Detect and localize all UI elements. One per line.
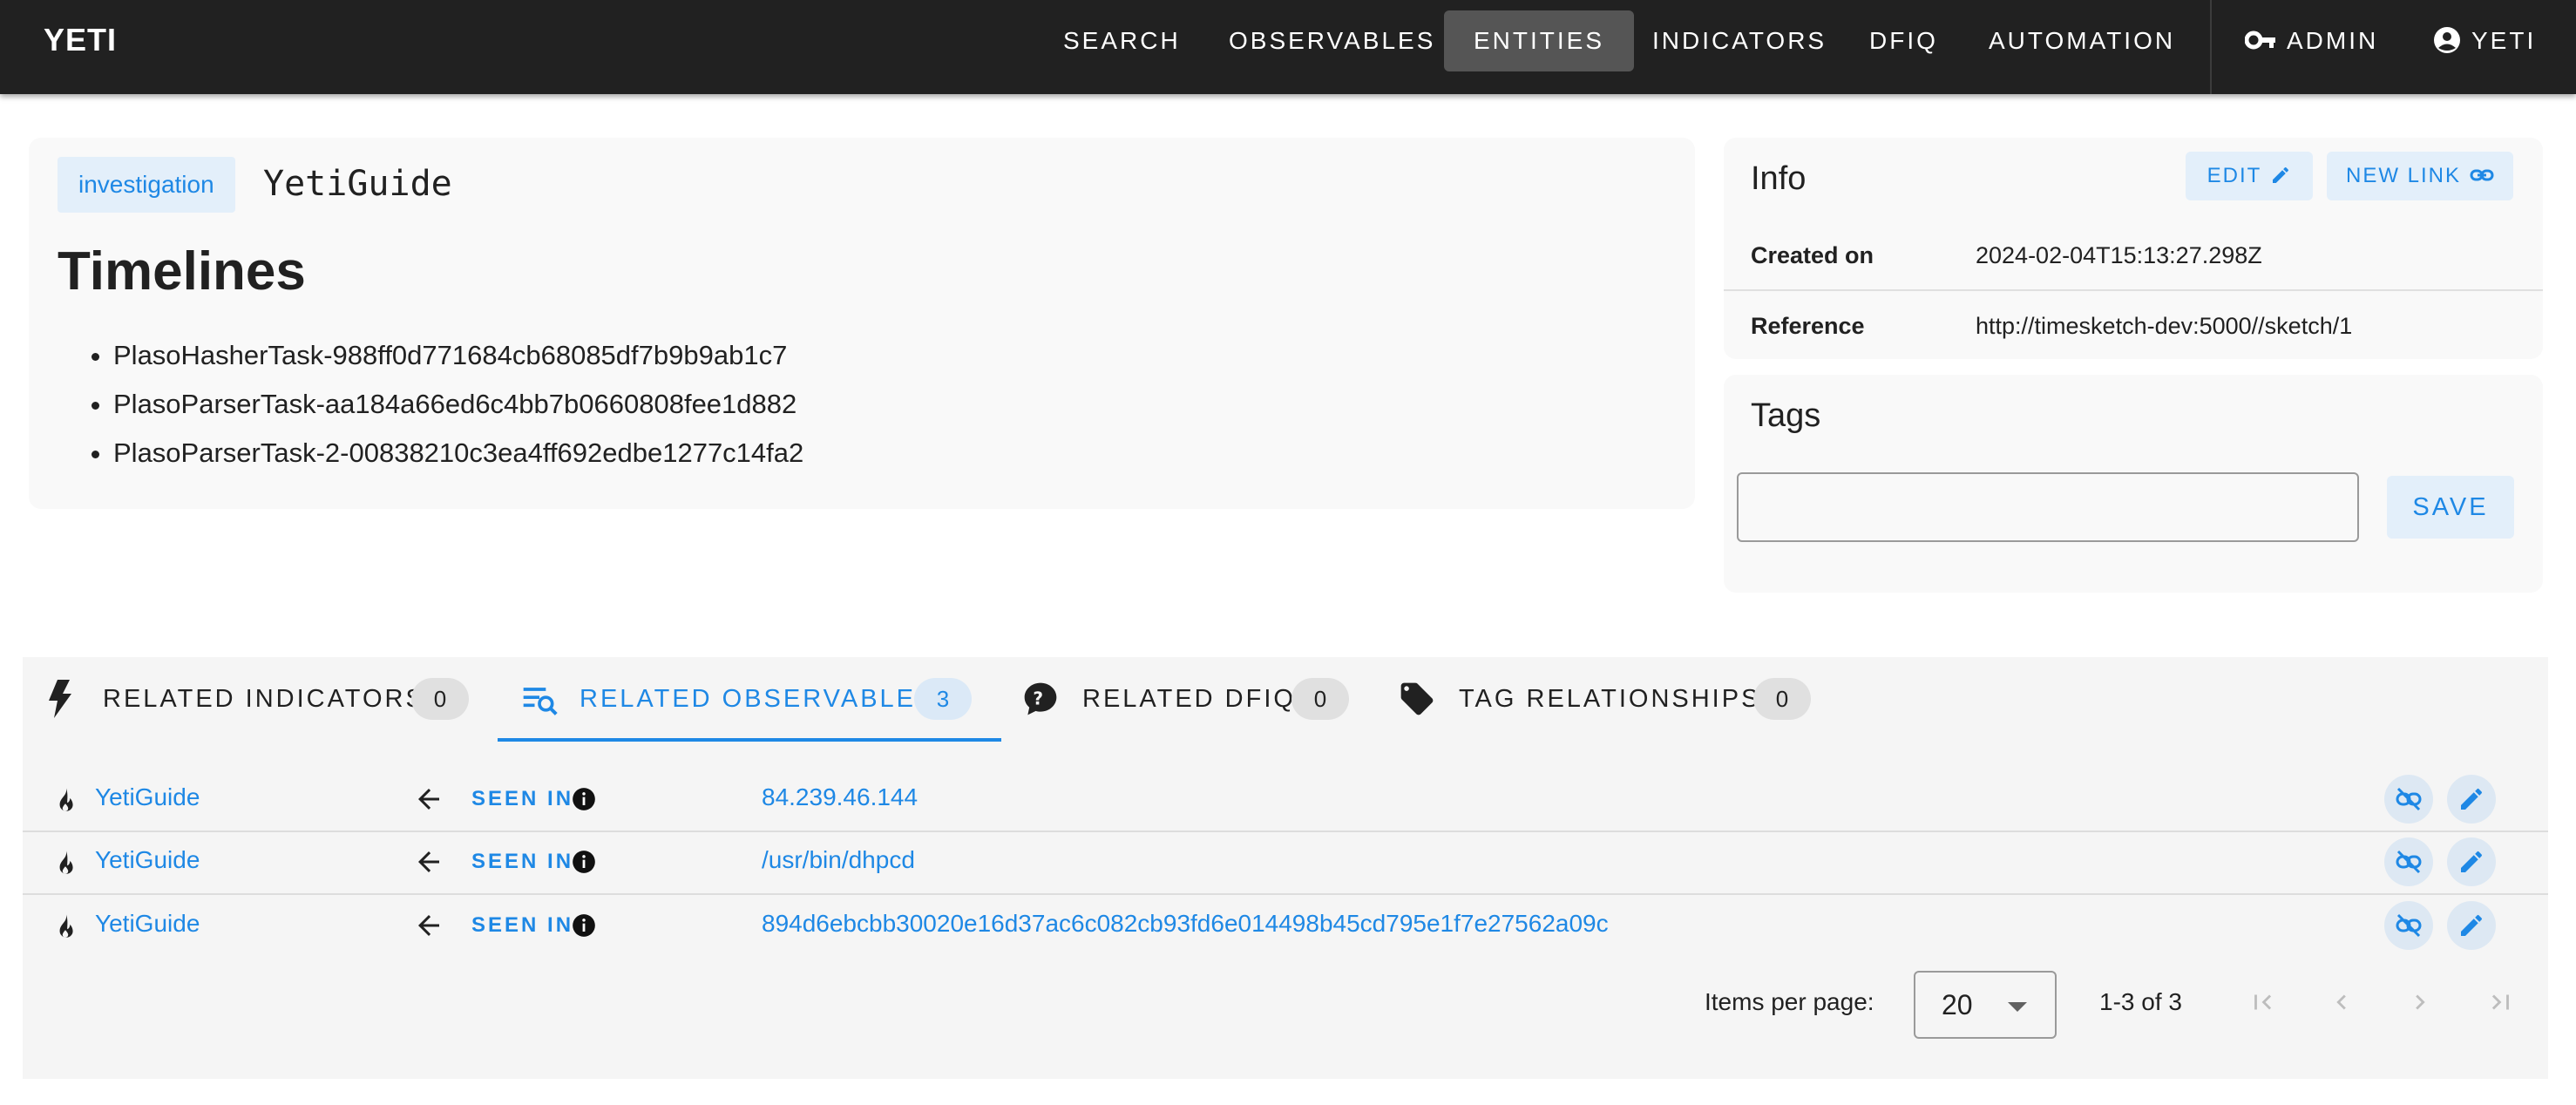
timeline-item: PlasoParserTask-aa184a66ed6c4bb7b0660808… <box>113 380 803 429</box>
info-title: Info <box>1751 160 1807 197</box>
link-icon <box>2470 169 2494 181</box>
nav-dfiq[interactable]: DFIQ <box>1840 10 1968 71</box>
user-label: YETI <box>2471 27 2537 54</box>
edit-label: EDIT <box>2207 164 2262 187</box>
user-menu-button[interactable]: YETI <box>2403 10 2566 71</box>
relation-type: SEEN IN <box>471 913 574 937</box>
admin-label: ADMIN <box>2287 27 2379 54</box>
nav-indicators[interactable]: INDICATORS <box>1623 10 1856 71</box>
fire-icon <box>59 851 73 874</box>
nav-search[interactable]: SEARCH <box>1034 10 1210 71</box>
count-badge: 0 <box>1291 678 1349 720</box>
info-divider <box>1724 289 2543 291</box>
link-off-icon <box>2396 787 2422 811</box>
bolt-icon <box>49 680 71 718</box>
fire-icon <box>59 914 73 938</box>
reference-value: http://timesketch-dev:5000//sketch/1 <box>1976 313 2353 339</box>
link-off-icon <box>2396 850 2422 874</box>
timeline-item: PlasoParserTask-2-00838210c3ea4ff692edbe… <box>113 429 803 478</box>
created-on-label: Created on <box>1751 242 1874 268</box>
tab-related-observables[interactable]: RELATED OBSERVABLES 3 <box>498 657 1001 741</box>
pencil-icon <box>2461 851 2483 872</box>
fire-icon <box>59 788 73 811</box>
unlink-button[interactable] <box>2384 901 2433 950</box>
last-page-icon[interactable] <box>2485 986 2515 1018</box>
nav-divider <box>2210 0 2212 94</box>
question-chat-icon: ? <box>1024 682 1057 715</box>
tab-label: RELATED DFIQ <box>1082 685 1296 713</box>
pagination-range: 1-3 of 3 <box>2099 988 2182 1015</box>
count-badge: 0 <box>1753 678 1811 720</box>
pencil-icon <box>2461 788 2483 810</box>
source-entity-link[interactable]: YetiGuide <box>95 910 200 938</box>
chevron-down-icon <box>2008 1002 2027 1012</box>
account-circle-icon <box>2434 26 2460 53</box>
table-row: YetiGuide SEEN IN /usr/bin/dhpcd <box>23 830 2548 893</box>
tags-title: Tags <box>1751 397 1821 434</box>
unlink-button[interactable] <box>2384 775 2433 824</box>
items-per-page-label: Items per page: <box>1705 988 1874 1015</box>
items-per-page-select[interactable]: 20 <box>1914 971 2057 1039</box>
link-off-icon <box>2396 913 2422 938</box>
svg-text:?: ? <box>1033 688 1047 708</box>
tab-related-dfiq[interactable]: ? RELATED DFIQ 0 <box>1020 657 1368 741</box>
tags-input[interactable] <box>1737 472 2359 542</box>
timelines-heading: Timelines <box>58 241 306 302</box>
save-tags-button[interactable]: SAVE <box>2387 476 2514 539</box>
top-app-bar: YETI SEARCH OBSERVABLES ENTITIES INDICAT… <box>0 0 2576 94</box>
tab-label: TAG RELATIONSHIPS <box>1459 685 1761 713</box>
target-observable-link[interactable]: /usr/bin/dhpcd <box>762 846 915 874</box>
table-row: YetiGuide SEEN IN 84.239.46.144 <box>23 768 2548 830</box>
app-logo[interactable]: YETI <box>44 23 117 58</box>
edit-button[interactable]: EDIT <box>2186 152 2313 200</box>
previous-page-icon[interactable] <box>2327 986 2356 1018</box>
entity-type-chip: investigation <box>58 157 235 213</box>
target-observable-link[interactable]: 84.239.46.144 <box>762 783 918 811</box>
pencil-icon <box>2273 166 2289 183</box>
info-icon[interactable] <box>572 850 596 874</box>
count-badge: 3 <box>914 678 972 720</box>
info-icon[interactable] <box>572 913 596 938</box>
next-page-icon[interactable] <box>2405 986 2435 1018</box>
entity-name: YetiGuide <box>263 164 452 204</box>
timeline-list: PlasoHasherTask-988ff0d771684cb68085df7b… <box>58 331 803 478</box>
pencil-icon <box>2461 914 2483 936</box>
items-per-page-value: 20 <box>1942 989 1973 1020</box>
nav-automation[interactable]: AUTOMATION <box>1959 10 2205 71</box>
timeline-item: PlasoHasherTask-988ff0d771684cb68085df7b… <box>113 331 803 380</box>
target-observable-link[interactable]: 894d6ebcbb30020e16d37ac6c082cb93fd6e0144… <box>762 910 1609 938</box>
arrow-left-icon <box>418 789 439 810</box>
arrow-left-icon <box>418 851 439 872</box>
source-entity-link[interactable]: YetiGuide <box>95 783 200 811</box>
active-tab-indicator <box>498 738 1001 742</box>
tab-label: RELATED INDICATORS <box>103 685 425 713</box>
info-icon[interactable] <box>572 787 596 811</box>
relation-type: SEEN IN <box>471 787 574 810</box>
nav-observables[interactable]: OBSERVABLES <box>1199 10 1465 71</box>
new-link-button[interactable]: NEW LINK <box>2327 152 2513 200</box>
edit-link-button[interactable] <box>2447 837 2496 886</box>
arrow-left-icon <box>418 915 439 936</box>
search-list-icon <box>523 688 558 715</box>
first-page-icon[interactable] <box>2248 986 2278 1018</box>
tab-related-indicators[interactable]: RELATED INDICATORS 0 <box>38 657 491 741</box>
count-badge: 0 <box>411 678 469 720</box>
source-entity-link[interactable]: YetiGuide <box>95 846 200 874</box>
unlink-button[interactable] <box>2384 837 2433 886</box>
tag-icon <box>1400 682 1434 715</box>
nav-entities[interactable]: ENTITIES <box>1444 10 1635 71</box>
created-on-value: 2024-02-04T15:13:27.298Z <box>1976 242 2262 268</box>
key-icon <box>2244 31 2275 50</box>
reference-label: Reference <box>1751 313 1865 339</box>
tab-label: RELATED OBSERVABLES <box>580 685 936 713</box>
edit-link-button[interactable] <box>2447 775 2496 824</box>
admin-button[interactable]: ADMIN <box>2215 10 2408 71</box>
relation-type: SEEN IN <box>471 850 574 873</box>
tab-tag-relationships[interactable]: TAG RELATIONSHIPS 0 <box>1396 657 1832 741</box>
new-link-label: NEW LINK <box>2345 164 2461 187</box>
edit-link-button[interactable] <box>2447 901 2496 950</box>
table-row: YetiGuide SEEN IN 894d6ebcbb30020e16d37a… <box>23 894 2548 957</box>
